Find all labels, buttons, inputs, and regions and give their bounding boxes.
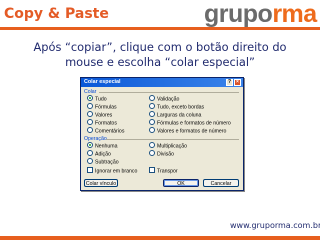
operation-option-label: Divisão xyxy=(157,151,175,158)
radio-selected-icon[interactable] xyxy=(87,142,93,148)
dialog-titlebar[interactable]: Colar especial ? × xyxy=(81,78,243,87)
radio-icon[interactable] xyxy=(149,103,155,109)
paste-option-label: Tudo xyxy=(95,96,107,103)
cancel-button[interactable]: Cancelar xyxy=(203,179,239,187)
brand-logo: gruporma xyxy=(204,0,317,29)
logo-text-orange: rma xyxy=(272,0,317,28)
operation-option-subtract[interactable]: Subtração xyxy=(87,158,119,166)
radio-icon[interactable] xyxy=(149,142,155,148)
operation-option-add[interactable]: Adição xyxy=(87,150,111,158)
logo-text-grey: grupo xyxy=(204,0,273,28)
paste-option-label: Formatos xyxy=(95,120,117,127)
paste-option-formulas[interactable]: Fórmulas xyxy=(87,103,117,111)
paste-option-values-number-formats[interactable]: Valores e formatos de número xyxy=(149,127,227,135)
operation-option-label: Adição xyxy=(95,151,111,158)
radio-icon[interactable] xyxy=(87,150,93,156)
checkbox-label: Ignorar em branco xyxy=(95,168,138,175)
paste-option-label: Validação xyxy=(157,96,180,103)
help-button[interactable]: ? xyxy=(226,79,233,86)
radio-icon[interactable] xyxy=(149,127,155,133)
radio-icon[interactable] xyxy=(149,119,155,125)
paste-option-values[interactable]: Valores xyxy=(87,111,113,119)
operation-option-label: Multiplicação xyxy=(157,143,187,150)
radio-icon[interactable] xyxy=(149,111,155,117)
close-button[interactable]: × xyxy=(234,79,241,86)
operation-option-multiply[interactable]: Multiplicação xyxy=(149,142,187,150)
paste-option-label: Tudo, exceto bordas xyxy=(157,104,205,111)
transpose-checkbox[interactable]: Transpor xyxy=(149,167,178,175)
operation-option-label: Nenhuma xyxy=(95,143,118,150)
paste-option-column-widths[interactable]: Larguras da coluna xyxy=(149,111,202,119)
paste-option-label: Fórmulas e formatos de número xyxy=(157,120,231,127)
radio-icon[interactable] xyxy=(87,103,93,109)
radio-icon[interactable] xyxy=(87,111,93,117)
paste-option-validation[interactable]: Validação xyxy=(149,95,180,103)
title-divider xyxy=(0,27,320,30)
checkbox-icon[interactable] xyxy=(149,167,155,173)
radio-selected-icon[interactable] xyxy=(87,95,93,101)
instruction-line-1: Após “copiar”, clique com o botão direit… xyxy=(33,40,287,54)
paste-option-label: Comentários xyxy=(95,128,125,135)
paste-option-label: Fórmulas xyxy=(95,104,117,111)
paste-option-formulas-number-formats[interactable]: Fórmulas e formatos de número xyxy=(149,119,231,127)
paste-option-label: Larguras da coluna xyxy=(157,112,202,119)
radio-icon[interactable] xyxy=(149,95,155,101)
checkbox-icon[interactable] xyxy=(87,167,93,173)
website-url[interactable]: www.gruporma.com.br xyxy=(230,221,320,230)
checkbox-label: Transpor xyxy=(157,168,178,175)
ok-button[interactable]: OK xyxy=(163,179,199,187)
paste-option-comments[interactable]: Comentários xyxy=(87,127,125,135)
radio-icon[interactable] xyxy=(87,119,93,125)
slide-title: Copy & Paste xyxy=(4,6,109,22)
operation-option-none[interactable]: Nenhuma xyxy=(87,142,118,150)
paste-option-all[interactable]: Tudo xyxy=(87,95,107,103)
paste-option-label: Valores xyxy=(95,112,113,119)
paste-option-label: Valores e formatos de número xyxy=(157,128,227,135)
dialog-title: Colar especial xyxy=(84,79,121,85)
operation-group-label: Operação xyxy=(84,136,107,142)
radio-icon[interactable] xyxy=(87,127,93,133)
radio-icon[interactable] xyxy=(87,158,93,164)
paste-option-all-except-borders[interactable]: Tudo, exceto bordas xyxy=(149,103,205,111)
skip-blanks-checkbox[interactable]: Ignorar em branco xyxy=(87,167,138,175)
bottom-divider xyxy=(0,236,320,240)
radio-icon[interactable] xyxy=(149,150,155,156)
instruction-text: Após “copiar”, clique com o botão direit… xyxy=(0,40,320,70)
paste-special-dialog: Colar especial ? × Colar Tudo Fórmulas V… xyxy=(80,77,244,191)
paste-option-formats[interactable]: Formatos xyxy=(87,119,117,127)
operation-option-divide[interactable]: Divisão xyxy=(149,150,175,158)
paste-link-button[interactable]: Colar vínculo xyxy=(84,179,118,187)
operation-option-label: Subtração xyxy=(95,159,119,166)
paste-group-divider xyxy=(99,92,239,93)
operation-group-divider xyxy=(106,139,239,140)
instruction-line-2: mouse e escolha “colar especial” xyxy=(65,55,255,69)
